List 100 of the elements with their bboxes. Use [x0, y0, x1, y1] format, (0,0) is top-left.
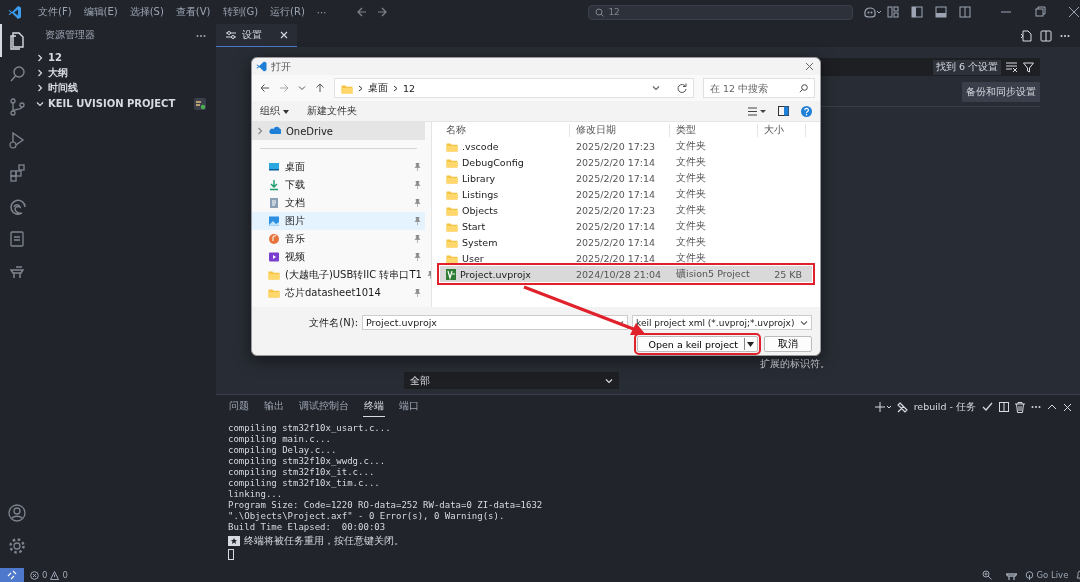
column-header[interactable]: 类型	[670, 123, 758, 137]
chevron-down-icon[interactable]	[36, 99, 44, 108]
editor-tab[interactable]: 设置	[216, 24, 297, 47]
column-header[interactable]: 名称	[440, 123, 570, 137]
search-icon[interactable]	[799, 84, 808, 93]
breadcrumb[interactable]: 12	[403, 82, 416, 94]
section-header[interactable]: 时间线	[48, 80, 78, 95]
maximize-panel-icon[interactable]	[1047, 403, 1057, 411]
file-row[interactable]: Listings 2025/2/20 17:14 文件夹	[440, 186, 812, 202]
file-row[interactable]: DebugConfig 2025/2/20 17:14 文件夹	[440, 154, 812, 170]
search-field[interactable]: 12	[588, 4, 854, 20]
menu-item[interactable]: ···	[310, 6, 333, 18]
split-layout-icon[interactable]	[959, 6, 972, 18]
section-header[interactable]: KEIL UVISION PROJECT	[48, 98, 176, 109]
nav-item[interactable]: (大越电子)USB转IIC 转串口T1	[252, 266, 425, 284]
organize-menu[interactable]: 组织	[260, 104, 290, 118]
zoom-icon[interactable]	[981, 570, 992, 580]
trash-icon[interactable]	[1015, 401, 1025, 413]
scope-dropdown[interactable]: 全部	[404, 372, 619, 389]
panel-tab[interactable]: 端口	[398, 397, 420, 417]
file-type-dropdown[interactable]: keil project xml (*.uvproj;*.uvprojx)	[632, 315, 812, 330]
sidebar-toggle-icon[interactable]	[911, 6, 924, 18]
nav-item[interactable]: OneDrive	[252, 122, 425, 140]
column-header[interactable]: 大小	[758, 123, 806, 137]
back-arrow-icon[interactable]	[356, 6, 369, 18]
tools-icon[interactable]	[896, 401, 908, 413]
nav-item[interactable]: 桌面	[252, 158, 425, 176]
chevron-down-icon[interactable]	[652, 84, 660, 92]
chevron-down-icon[interactable]	[800, 318, 808, 327]
file-row[interactable]: Objects 2025/2/20 17:23 文件夹	[440, 202, 812, 218]
go-live-button[interactable]: Go Live	[1024, 570, 1069, 580]
source-control-icon[interactable]	[8, 96, 26, 117]
menu-item[interactable]: 查看(V)	[169, 5, 217, 19]
menu-item[interactable]: 文件(F)	[32, 5, 78, 19]
file-row[interactable]: System 2025/2/20 17:14 文件夹	[440, 234, 812, 250]
file-name-field[interactable]: Project.uvprojx	[362, 315, 628, 330]
add-terminal-icon[interactable]	[874, 402, 891, 412]
file-row[interactable]: Library 2025/2/20 17:14 文件夹	[440, 170, 812, 186]
keil-action-icon[interactable]	[194, 97, 206, 110]
preview-pane-icon[interactable]	[778, 106, 789, 116]
file-row[interactable]: .vscode 2025/2/20 17:23 文件夹	[440, 138, 812, 154]
menu-item[interactable]: 运行(R)	[264, 5, 311, 19]
file-row[interactable]: User 2025/2/20 17:14 文件夹	[440, 250, 812, 266]
panel-tab[interactable]: 问题	[228, 397, 250, 417]
menu-item[interactable]: 选择(S)	[123, 5, 170, 19]
up-arrow-icon[interactable]	[315, 83, 325, 93]
section-header[interactable]: 大纲	[48, 65, 68, 80]
cancel-button[interactable]: 取消	[764, 336, 812, 352]
keil-status-icon[interactable]	[1005, 570, 1017, 580]
panel-tab[interactable]: 输出	[263, 397, 285, 417]
panel-toggle-icon[interactable]	[935, 6, 948, 18]
nav-item[interactable]: 视频	[252, 248, 425, 266]
file-row[interactable]: Start 2025/2/20 17:14 文件夹	[440, 218, 812, 234]
more-icon[interactable]	[196, 33, 206, 38]
sync-button[interactable]: 备份和同步设置	[962, 82, 1040, 102]
panel-tab[interactable]: 终端	[363, 397, 385, 417]
split-terminal-icon[interactable]	[999, 402, 1009, 412]
files-icon[interactable]	[8, 30, 26, 51]
caret-icon[interactable]	[747, 341, 754, 347]
close-icon[interactable]	[805, 62, 814, 71]
nav-item[interactable]: 芯片datasheet1014	[252, 284, 425, 302]
menu-item[interactable]: 转到(G)	[216, 5, 265, 19]
nav-item[interactable]: 音乐	[252, 230, 425, 248]
account-icon[interactable]	[7, 502, 27, 523]
section-header[interactable]: 12	[48, 52, 62, 63]
more-icon[interactable]	[1031, 405, 1041, 409]
run-icon[interactable]	[8, 129, 26, 150]
chevron-down-icon[interactable]	[605, 376, 613, 385]
warning-count[interactable]: 0	[62, 570, 68, 580]
address-bar[interactable]: 桌面 12	[334, 78, 694, 98]
breadcrumb[interactable]: 桌面	[368, 81, 388, 95]
remote-icon[interactable]	[8, 228, 26, 249]
back-arrow-icon[interactable]	[260, 83, 270, 93]
remote-button[interactable]	[0, 568, 24, 582]
check-icon[interactable]	[982, 402, 993, 412]
warning-icon[interactable]	[50, 570, 60, 580]
column-header[interactable]: 修改日期	[570, 123, 670, 137]
nav-item[interactable]: 下载	[252, 176, 425, 194]
nav-item[interactable]: 图片	[252, 212, 425, 230]
menu-item[interactable]: 编辑(E)	[77, 5, 124, 19]
refresh-icon[interactable]	[677, 83, 687, 93]
nav-item[interactable]: 文档	[252, 194, 425, 212]
file-row[interactable]: Project.uvprojx 2024/10/28 21:04 礦ision5 Project 25 KB	[440, 266, 812, 282]
restore-icon[interactable]	[1034, 6, 1047, 18]
view-options-icon[interactable]	[748, 106, 766, 116]
more-icon[interactable]	[1060, 33, 1070, 38]
close-icon[interactable]	[1068, 6, 1080, 18]
help-icon[interactable]	[801, 105, 812, 117]
task-name[interactable]: rebuild - 任务	[913, 400, 976, 414]
search-field[interactable]: 在 12 中搜索	[703, 78, 815, 98]
settings-icon[interactable]	[7, 535, 27, 556]
error-icon[interactable]	[30, 570, 39, 580]
filter-icon[interactable]	[1023, 61, 1034, 73]
new-folder-button[interactable]: 新建文件夹	[307, 104, 358, 118]
copilot-icon[interactable]	[863, 6, 882, 18]
layout-icon[interactable]	[887, 6, 900, 18]
split-editor-icon[interactable]	[1040, 29, 1052, 42]
clear-filter-icon[interactable]	[1006, 62, 1018, 72]
extensions-icon[interactable]	[8, 162, 26, 183]
error-count[interactable]: 0	[42, 570, 48, 580]
